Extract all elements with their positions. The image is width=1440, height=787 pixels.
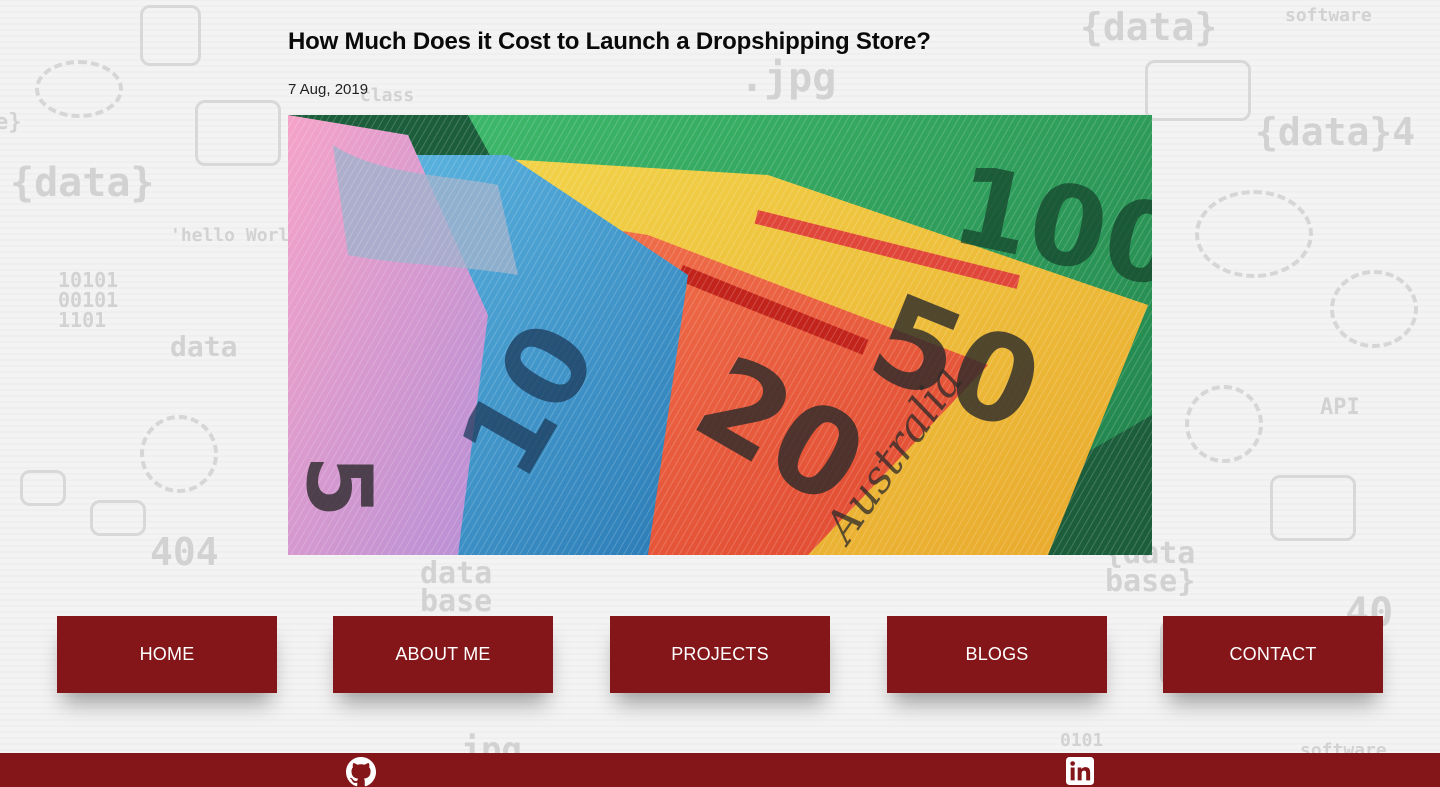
nav-about-me-button[interactable]: ABOUT ME (333, 616, 553, 693)
github-icon[interactable] (346, 757, 376, 787)
main-navigation: HOME ABOUT ME PROJECTS BLOGS CONTACT (0, 616, 1440, 693)
australian-banknotes-image: 50 20 10 5 100 Australia (288, 115, 1152, 555)
post-title: How Much Does it Cost to Launch a Dropsh… (288, 28, 931, 55)
post-date: 7 Aug, 2019 (288, 81, 369, 98)
linkedin-icon[interactable] (1066, 757, 1096, 787)
nav-contact-button[interactable]: CONTACT (1163, 616, 1383, 693)
nav-home-button[interactable]: HOME (57, 616, 277, 693)
footer (0, 753, 1440, 787)
svg-text:5: 5 (288, 455, 391, 518)
nav-blogs-button[interactable]: BLOGS (887, 616, 1107, 693)
nav-projects-button[interactable]: PROJECTS (610, 616, 830, 693)
